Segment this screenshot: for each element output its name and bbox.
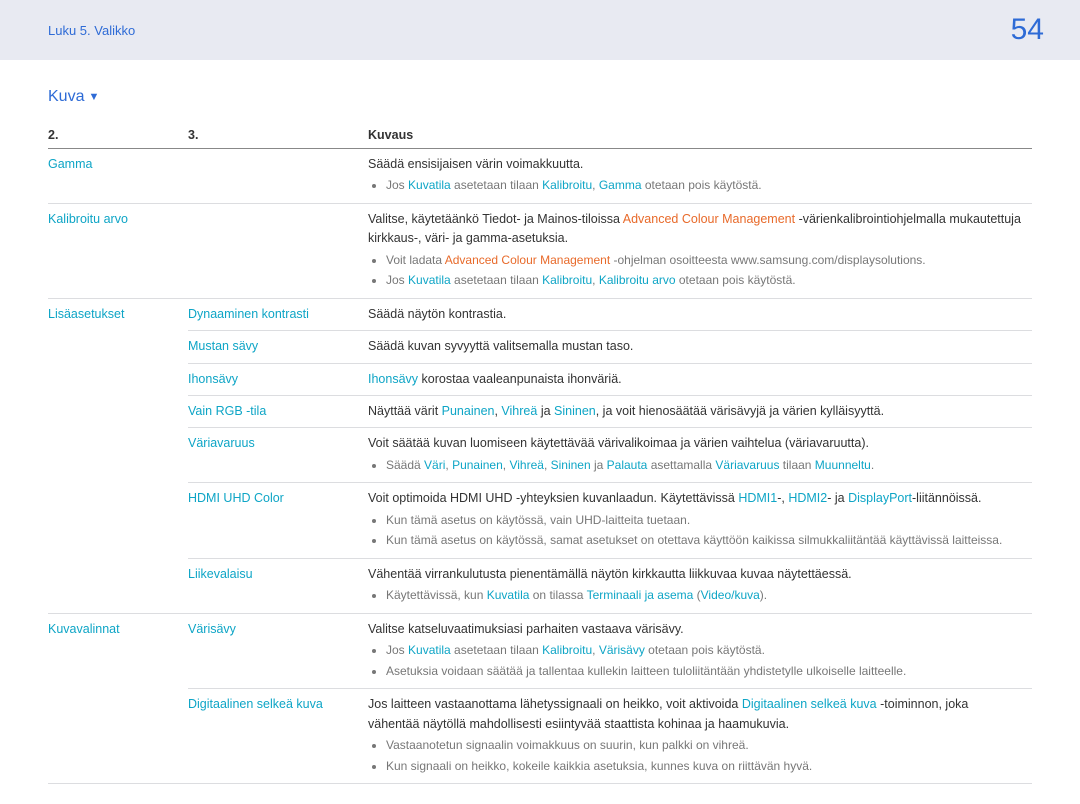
col-header-3: 3. [188, 122, 368, 149]
desc-gamma: Säädä ensisijaisen värin voimakkuutta. J… [368, 149, 1032, 204]
col-header-2: 2. [48, 122, 188, 149]
desc-dynaaminen-kontrasti: Säädä näytön kontrastia. [368, 298, 1032, 330]
desc-varisavy: Valitse katseluvaatimuksiasi parhaiten v… [368, 613, 1032, 689]
setting-kuvavalinnat: Kuvavalinnat [48, 613, 188, 784]
setting-gamma: Gamma [48, 149, 188, 204]
settings-table: 2. 3. Kuvaus Gamma Säädä ensisijaisen vä… [48, 122, 1032, 784]
setting-kalibroitu-arvo: Kalibroitu arvo [48, 203, 188, 298]
table-row: Liikevalaisu Vähentää virrankulutusta pi… [48, 558, 1032, 613]
table-row: Ihonsävy Ihonsävy korostaa vaaleanpunais… [48, 363, 1032, 395]
desc-kalibroitu-arvo: Valitse, käytetäänkö Tiedot- ja Mainos-t… [368, 203, 1032, 298]
table-row: Väriavaruus Voit säätää kuvan luomiseen … [48, 428, 1032, 483]
desc-variavaruus: Voit säätää kuvan luomiseen käytettävää … [368, 428, 1032, 483]
desc-mustan-savy: Säädä kuvan syvyyttä valitsemalla mustan… [368, 331, 1032, 363]
page-header: Luku 5. Valikko 54 [0, 0, 1080, 60]
sub-hdmi-uhd-color: HDMI UHD Color [188, 483, 368, 559]
table-row: Vain RGB -tila Näyttää värit Punainen, V… [48, 396, 1032, 428]
table-row: Lisäasetukset Dynaaminen kontrasti Säädä… [48, 298, 1032, 330]
section-title-text: Kuva [48, 88, 84, 106]
desc-hdmi-uhd-color: Voit optimoida HDMI UHD -yhteyksien kuva… [368, 483, 1032, 559]
sub-mustan-savy: Mustan sävy [188, 331, 368, 363]
sub-liikevalaisu: Liikevalaisu [188, 558, 368, 613]
page-number: 54 [1011, 13, 1044, 47]
chevron-down-icon: ▼ [88, 91, 99, 103]
desc-liikevalaisu: Vähentää virrankulutusta pienentämällä n… [368, 558, 1032, 613]
sub-digitaalinen-selkea-kuva: Digitaalinen selkeä kuva [188, 689, 368, 784]
table-row: HDMI UHD Color Voit optimoida HDMI UHD -… [48, 483, 1032, 559]
table-row: Kuvavalinnat Värisävy Valitse katseluvaa… [48, 613, 1032, 689]
desc-ihonsavy: Ihonsävy korostaa vaaleanpunaista ihonvä… [368, 363, 1032, 395]
sub-ihonsavy: Ihonsävy [188, 363, 368, 395]
setting-lisaasetukset: Lisäasetukset [48, 298, 188, 613]
col-header-desc: Kuvaus [368, 122, 1032, 149]
breadcrumb: Luku 5. Valikko [48, 23, 135, 38]
sub-dynaaminen-kontrasti: Dynaaminen kontrasti [188, 298, 368, 330]
sub-variavaruus: Väriavaruus [188, 428, 368, 483]
table-row: Digitaalinen selkeä kuva Jos laitteen va… [48, 689, 1032, 784]
table-row: Kalibroitu arvo Valitse, käytetäänkö Tie… [48, 203, 1032, 298]
section-title: Kuva ▼ [48, 88, 1032, 106]
desc-vain-rgb: Näyttää värit Punainen, Vihreä ja Sinine… [368, 396, 1032, 428]
page-content: Kuva ▼ 2. 3. Kuvaus Gamma Säädä ensisija… [0, 60, 1080, 804]
sub-vain-rgb: Vain RGB -tila [188, 396, 368, 428]
table-row: Gamma Säädä ensisijaisen värin voimakkuu… [48, 149, 1032, 204]
desc-digitaalinen-selkea-kuva: Jos laitteen vastaanottama lähetyssignaa… [368, 689, 1032, 784]
sub-varisavy: Värisävy [188, 613, 368, 689]
table-row: Mustan sävy Säädä kuvan syvyyttä valitse… [48, 331, 1032, 363]
